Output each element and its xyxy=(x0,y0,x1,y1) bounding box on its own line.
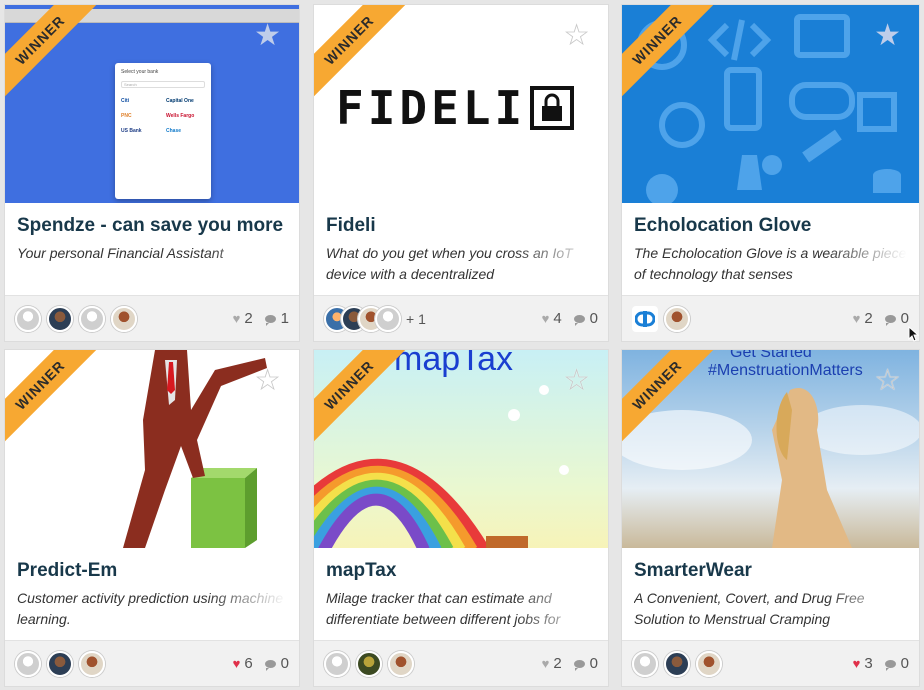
card-footer: ♥ 2 1 xyxy=(5,295,299,341)
card-footer: ♥ 2 0 xyxy=(622,295,919,341)
bank-select-header: Select your bank xyxy=(121,69,159,75)
heart-icon: ♥ xyxy=(232,311,241,326)
project-description: Milage tracker that can estimate and dif… xyxy=(326,590,561,627)
team-avatars xyxy=(632,650,841,677)
project-card-predict-em[interactable]: WINNER ☆ Predict-Em Customer activity pr… xyxy=(4,349,300,687)
bank-logo: PNC xyxy=(121,113,132,119)
avatar[interactable] xyxy=(696,650,722,677)
avatar[interactable] xyxy=(632,305,658,332)
project-description: Your personal Financial Assistant xyxy=(17,245,224,261)
project-description: Customer activity prediction using machi… xyxy=(17,590,284,627)
avatar[interactable] xyxy=(664,305,690,332)
like-count[interactable]: ♥ 2 xyxy=(542,655,562,672)
project-card-echolocation-glove[interactable]: WINNER ★ Echolocation Glove The Echoloca… xyxy=(621,4,920,342)
comment-count[interactable]: 0 xyxy=(573,655,598,672)
heart-icon: ♥ xyxy=(541,311,550,326)
project-description: A Convenient, Covert, and Drug Free Solu… xyxy=(634,590,865,627)
card-footer: ♥ 6 0 xyxy=(5,640,299,686)
project-description: The Echolocation Glove is a wearable pie… xyxy=(634,245,907,282)
heart-icon: ♥ xyxy=(541,656,550,671)
project-description: What do you get when you cross an IoT de… xyxy=(326,245,573,282)
avatar[interactable] xyxy=(47,650,73,677)
avatar[interactable] xyxy=(15,305,41,332)
heart-icon: ♥ xyxy=(852,311,861,326)
project-title[interactable]: SmarterWear xyxy=(634,560,907,582)
project-card-smarterwear[interactable]: Get Started #MenstruationMatters WINNER … xyxy=(621,349,920,687)
bank-search-input: Search xyxy=(121,81,205,88)
avatar[interactable] xyxy=(356,650,382,677)
bank-logo: Capital One xyxy=(166,98,194,104)
avatar[interactable] xyxy=(375,305,401,332)
star-outline-icon[interactable]: ☆ xyxy=(563,21,590,51)
avatar[interactable] xyxy=(632,650,658,677)
avatar[interactable] xyxy=(79,305,105,332)
star-outline-icon[interactable]: ☆ xyxy=(874,366,901,396)
comment-icon xyxy=(264,659,276,671)
fideli-logo-text: FIDELI xyxy=(336,81,527,135)
bank-logo: US Bank xyxy=(121,128,142,134)
like-count[interactable]: ♥ 2 xyxy=(233,310,253,327)
card-footer: + 1 ♥ 4 0 xyxy=(314,295,608,341)
mouse-cursor-icon xyxy=(908,326,920,342)
comment-icon xyxy=(573,659,585,671)
team-avatars xyxy=(632,305,841,332)
comment-count[interactable]: 1 xyxy=(264,310,289,327)
bank-logo: Wells Fargo xyxy=(166,113,195,119)
avatar[interactable] xyxy=(111,305,137,332)
avatar[interactable] xyxy=(388,650,414,677)
comment-count[interactable]: 0 xyxy=(573,310,598,327)
bank-logo: Chase xyxy=(166,128,182,134)
star-icon[interactable]: ★ xyxy=(874,21,901,51)
avatar[interactable] xyxy=(664,650,690,677)
project-title[interactable]: Fideli xyxy=(326,215,596,237)
team-avatars xyxy=(324,650,530,677)
star-outline-icon[interactable]: ☆ xyxy=(563,366,590,396)
star-icon[interactable]: ★ xyxy=(254,21,281,51)
team-logo-icon xyxy=(635,310,655,327)
bank-logo: Citi xyxy=(121,98,130,104)
project-title[interactable]: Predict-Em xyxy=(17,560,287,582)
project-card-spendze[interactable]: Select your bank Search Citi Capital One… xyxy=(4,4,300,342)
comment-icon xyxy=(264,314,276,326)
like-count[interactable]: ♥ 3 xyxy=(853,655,873,672)
card-footer: ♥ 2 0 xyxy=(314,640,608,686)
like-count[interactable]: ♥ 4 xyxy=(542,310,562,327)
team-avatars xyxy=(15,650,221,677)
team-avatars: + 1 xyxy=(324,305,530,332)
avatar[interactable] xyxy=(324,650,350,677)
project-title[interactable]: mapTax xyxy=(326,560,596,582)
comment-count[interactable]: 0 xyxy=(264,655,289,672)
lock-icon xyxy=(530,86,575,130)
heart-icon: ♥ xyxy=(852,656,861,671)
comment-icon xyxy=(884,314,896,326)
comment-icon xyxy=(573,314,585,326)
card-footer: ♥ 3 0 xyxy=(622,640,919,686)
like-count[interactable]: ♥ 2 xyxy=(853,310,873,327)
project-card-fideli[interactable]: FIDELI WINNER ☆ Fideli What do you get w… xyxy=(313,4,609,342)
comment-icon xyxy=(884,659,896,671)
star-outline-icon[interactable]: ☆ xyxy=(254,366,281,396)
heart-icon: ♥ xyxy=(232,656,241,671)
more-members-count[interactable]: + 1 xyxy=(406,311,426,327)
avatar[interactable] xyxy=(79,650,105,677)
comment-count[interactable]: 0 xyxy=(884,310,909,327)
like-count[interactable]: ♥ 6 xyxy=(233,655,253,672)
avatar[interactable] xyxy=(47,305,73,332)
avatar[interactable] xyxy=(15,650,41,677)
team-avatars xyxy=(15,305,221,332)
project-card-maptax[interactable]: mapTax WINNER ☆ mapTax Milage tracker th… xyxy=(313,349,609,687)
project-title[interactable]: Echolocation Glove xyxy=(634,215,907,237)
comment-count[interactable]: 0 xyxy=(884,655,909,672)
project-title[interactable]: Spendze - can save you more xyxy=(17,215,287,237)
